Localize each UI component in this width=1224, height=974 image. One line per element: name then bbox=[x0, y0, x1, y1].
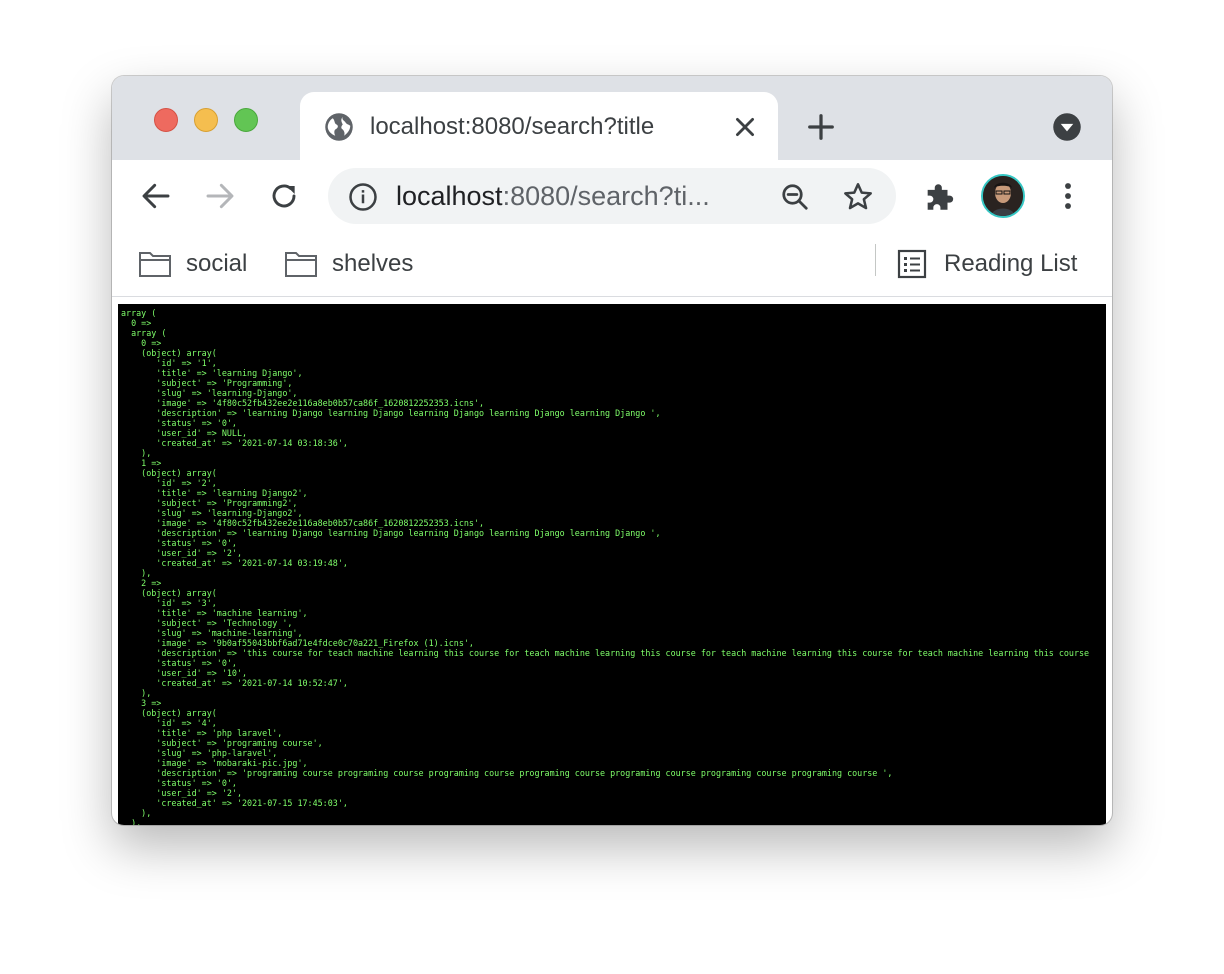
var-dump-output: array ( 0 => array ( 0 => (object) array… bbox=[118, 304, 1106, 825]
dump-line: 'status' => '0', bbox=[121, 778, 237, 788]
address-bar[interactable]: localhost:8080/search?ti... bbox=[328, 168, 896, 224]
dump-line: 'image' => '9b0af55043bbf6ad71e4fdce0c70… bbox=[121, 638, 474, 648]
url-text[interactable]: localhost:8080/search?ti... bbox=[396, 181, 756, 212]
browser-window: localhost:8080/search?title localhost:80… bbox=[112, 76, 1112, 825]
minimize-window-button[interactable] bbox=[194, 108, 218, 132]
bookmarks-divider bbox=[875, 244, 876, 276]
dump-line: array ( bbox=[121, 328, 167, 338]
dump-line: 'id' => '2', bbox=[121, 478, 217, 488]
profile-avatar[interactable] bbox=[981, 174, 1025, 218]
info-icon[interactable] bbox=[348, 182, 378, 212]
dump-line: (object) array( bbox=[121, 468, 217, 478]
dump-line: 'id' => '4', bbox=[121, 718, 217, 728]
dump-line: 'slug' => 'learning-Django2', bbox=[121, 508, 303, 518]
close-tab-icon[interactable] bbox=[732, 114, 758, 140]
dump-line: 'image' => 'mobaraki-pic.jpg', bbox=[121, 758, 308, 768]
toolbar: localhost:8080/search?ti... bbox=[112, 160, 1112, 232]
dump-line: 'title' => 'learning Django2', bbox=[121, 488, 308, 498]
more-menu-icon[interactable] bbox=[1052, 180, 1084, 212]
dump-line: 'image' => '4f80c52fb432ee2e116a8eb0b57c… bbox=[121, 518, 485, 528]
dump-line: 'description' => 'learning Django learni… bbox=[121, 408, 661, 418]
dump-line: 'description' => 'programing course prog… bbox=[121, 768, 893, 778]
folder-icon bbox=[285, 252, 317, 277]
dump-line: 'title' => 'machine learning', bbox=[121, 608, 308, 618]
dump-line: 'created_at' => '2021-07-14 03:19:48', bbox=[121, 558, 348, 568]
dump-line: 'slug' => 'php-laravel', bbox=[121, 748, 278, 758]
reload-icon[interactable] bbox=[268, 180, 300, 212]
dump-line: (object) array( bbox=[121, 708, 217, 718]
reading-list-label: Reading List bbox=[944, 250, 1078, 277]
dump-line: 'user_id' => '2', bbox=[121, 788, 243, 798]
avatar-photo-icon bbox=[983, 176, 1023, 216]
extensions-puzzle-icon[interactable] bbox=[922, 180, 956, 214]
dump-line: 'slug' => 'machine-learning', bbox=[121, 628, 303, 638]
dump-line: 'status' => '0', bbox=[121, 658, 237, 668]
bookmark-label: social bbox=[186, 250, 248, 277]
dump-line: 'subject' => 'Programming', bbox=[121, 378, 293, 388]
bookmark-folder-social[interactable]: social bbox=[138, 244, 247, 284]
bookmark-star-icon[interactable] bbox=[842, 181, 874, 213]
dump-line: 'title' => 'learning Django', bbox=[121, 368, 303, 378]
dump-line: 'subject' => 'Technology ', bbox=[121, 618, 293, 628]
bookmark-label: shelves bbox=[332, 250, 414, 277]
tab-title: localhost:8080/search?title bbox=[370, 113, 655, 140]
dump-line: 'subject' => 'programing course', bbox=[121, 738, 323, 748]
dump-line: 'description' => 'this course for teach … bbox=[121, 648, 1090, 658]
dump-line: 'created_at' => '2021-07-14 03:18:36', bbox=[121, 438, 348, 448]
dump-line: array ( bbox=[121, 308, 157, 318]
dump-line: 'user_id' => NULL, bbox=[121, 428, 248, 438]
dump-line: 2 => bbox=[121, 578, 162, 588]
dump-line: 'image' => '4f80c52fb432ee2e116a8eb0b57c… bbox=[121, 398, 485, 408]
tab-search-icon[interactable] bbox=[1052, 112, 1082, 142]
dump-line: ), bbox=[121, 568, 152, 578]
close-window-button[interactable] bbox=[154, 108, 178, 132]
dump-line: 'id' => '1', bbox=[121, 358, 217, 368]
new-tab-icon[interactable] bbox=[806, 112, 836, 142]
dump-line: 'created_at' => '2021-07-15 17:45:03', bbox=[121, 798, 348, 808]
dump-line: 'user_id' => '10', bbox=[121, 668, 248, 678]
dump-line: 'slug' => 'learning-Django', bbox=[121, 388, 298, 398]
url-path: :8080/search?ti... bbox=[502, 181, 710, 211]
bookmark-folder-shelves[interactable]: shelves bbox=[284, 244, 413, 284]
forward-arrow-icon[interactable] bbox=[204, 180, 236, 212]
zoom-out-icon[interactable] bbox=[780, 182, 810, 212]
dump-line: (object) array( bbox=[121, 348, 217, 358]
bookmarks-bar: social shelves Reading List bbox=[112, 232, 1112, 297]
dump-line: 0 => bbox=[121, 338, 162, 348]
dump-line: 'status' => '0', bbox=[121, 418, 237, 428]
dump-line: 'description' => 'learning Django learni… bbox=[121, 528, 661, 538]
back-arrow-icon[interactable] bbox=[140, 180, 172, 212]
tab-active[interactable]: localhost:8080/search?title bbox=[300, 92, 778, 160]
page-content: array ( 0 => array ( 0 => (object) array… bbox=[118, 304, 1106, 825]
dump-line: (object) array( bbox=[121, 588, 217, 598]
dump-line: ), bbox=[121, 448, 152, 458]
dump-line: ), bbox=[121, 818, 142, 825]
dump-line: 'status' => '0', bbox=[121, 538, 237, 548]
maximize-window-button[interactable] bbox=[234, 108, 258, 132]
reading-list-button[interactable]: Reading List bbox=[896, 244, 1077, 284]
url-host: localhost bbox=[396, 181, 503, 211]
dump-line: 'user_id' => '2', bbox=[121, 548, 243, 558]
globe-icon bbox=[325, 113, 353, 141]
dump-line: 0 => bbox=[121, 318, 152, 328]
dump-line: 'title' => 'php laravel', bbox=[121, 728, 283, 738]
dump-line: 'id' => '3', bbox=[121, 598, 217, 608]
folder-icon bbox=[139, 252, 171, 277]
dump-line: ), bbox=[121, 808, 152, 818]
dump-line: 1 => bbox=[121, 458, 162, 468]
dump-line: 'created_at' => '2021-07-14 10:52:47', bbox=[121, 678, 348, 688]
tab-strip: localhost:8080/search?title bbox=[112, 76, 1112, 160]
dump-line: ), bbox=[121, 688, 152, 698]
dump-line: 3 => bbox=[121, 698, 162, 708]
reading-list-icon bbox=[897, 249, 927, 279]
dump-line: 'subject' => 'Programming2', bbox=[121, 498, 298, 508]
